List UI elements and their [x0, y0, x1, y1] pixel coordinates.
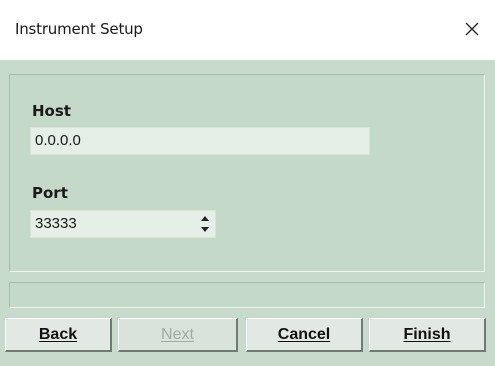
status-strip: [9, 282, 485, 308]
host-input[interactable]: 0.0.0.0: [30, 127, 370, 155]
close-button[interactable]: [455, 12, 489, 46]
port-stepper[interactable]: 33333: [30, 210, 216, 238]
port-input[interactable]: 33333: [31, 211, 189, 237]
cancel-button[interactable]: Cancel: [246, 318, 363, 352]
port-decrement-button[interactable]: [198, 225, 212, 234]
arrow-down-icon: [201, 227, 209, 232]
finish-button-label: Finish: [403, 325, 451, 343]
dialog-body: Host 0.0.0.0 Port 33333 Back Next Cancel…: [0, 60, 495, 366]
port-label: Port: [32, 184, 68, 202]
port-spinner: [198, 214, 212, 234]
next-button-label: Next: [161, 325, 194, 343]
instrument-setup-window: Instrument Setup Host 0.0.0.0 Port 33333: [0, 0, 495, 366]
host-label: Host: [32, 102, 71, 120]
next-button[interactable]: Next: [118, 318, 238, 352]
finish-button[interactable]: Finish: [369, 318, 486, 352]
port-increment-button[interactable]: [198, 214, 212, 223]
back-button[interactable]: Back: [5, 318, 112, 352]
back-button-label: Back: [38, 325, 78, 343]
connection-panel: Host 0.0.0.0 Port 33333: [9, 74, 485, 272]
window-title: Instrument Setup: [15, 20, 143, 38]
arrow-up-icon: [201, 216, 209, 221]
title-bar: Instrument Setup: [0, 0, 495, 60]
cancel-button-label: Cancel: [277, 325, 331, 343]
close-icon: [465, 22, 479, 36]
